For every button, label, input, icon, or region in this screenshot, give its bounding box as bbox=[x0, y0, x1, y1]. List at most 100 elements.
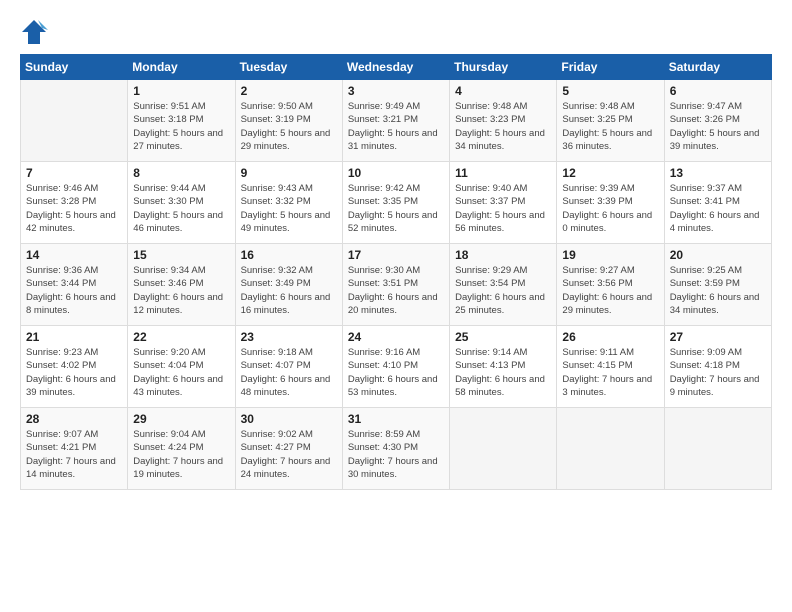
calendar-cell bbox=[557, 408, 664, 490]
weekday-header: Saturday bbox=[664, 55, 771, 80]
day-info: Sunrise: 9:11 AMSunset: 4:15 PMDaylight:… bbox=[562, 346, 658, 399]
day-number: 24 bbox=[348, 330, 444, 344]
calendar-week-row: 28 Sunrise: 9:07 AMSunset: 4:21 PMDayligh… bbox=[21, 408, 772, 490]
day-info: Sunrise: 9:40 AMSunset: 3:37 PMDaylight:… bbox=[455, 182, 551, 235]
calendar-cell: 17 Sunrise: 9:30 AMSunset: 3:51 PMDayligh… bbox=[342, 244, 449, 326]
day-info: Sunrise: 9:51 AMSunset: 3:18 PMDaylight:… bbox=[133, 100, 229, 153]
day-number: 5 bbox=[562, 84, 658, 98]
day-number: 9 bbox=[241, 166, 337, 180]
day-number: 1 bbox=[133, 84, 229, 98]
calendar-cell: 30 Sunrise: 9:02 AMSunset: 4:27 PMDayligh… bbox=[235, 408, 342, 490]
day-info: Sunrise: 9:14 AMSunset: 4:13 PMDaylight:… bbox=[455, 346, 551, 399]
day-info: Sunrise: 9:47 AMSunset: 3:26 PMDaylight:… bbox=[670, 100, 766, 153]
calendar-cell: 12Sunrise: 9:39 AMSunset: 3:39 PMDayligh… bbox=[557, 162, 664, 244]
day-info: Sunrise: 9:27 AMSunset: 3:56 PMDaylight:… bbox=[562, 264, 658, 317]
day-number: 4 bbox=[455, 84, 551, 98]
day-number: 2 bbox=[241, 84, 337, 98]
calendar-cell: 24 Sunrise: 9:16 AMSunset: 4:10 PMDayligh… bbox=[342, 326, 449, 408]
day-number: 14 bbox=[26, 248, 122, 262]
day-number: 11 bbox=[455, 166, 551, 180]
day-number: 26 bbox=[562, 330, 658, 344]
day-number: 16 bbox=[241, 248, 337, 262]
day-number: 6 bbox=[670, 84, 766, 98]
calendar-cell: 31Sunrise: 8:59 AMSunset: 4:30 PMDayligh… bbox=[342, 408, 449, 490]
weekday-header: Monday bbox=[128, 55, 235, 80]
calendar-cell: 2 Sunrise: 9:50 AMSunset: 3:19 PMDaylight… bbox=[235, 80, 342, 162]
day-number: 13 bbox=[670, 166, 766, 180]
day-info: Sunrise: 9:30 AMSunset: 3:51 PMDaylight:… bbox=[348, 264, 444, 317]
calendar-cell: 27 Sunrise: 9:09 AMSunset: 4:18 PMDayligh… bbox=[664, 326, 771, 408]
calendar-cell: 22 Sunrise: 9:20 AMSunset: 4:04 PMDayligh… bbox=[128, 326, 235, 408]
day-info: Sunrise: 9:42 AMSunset: 3:35 PMDaylight:… bbox=[348, 182, 444, 235]
calendar-cell: 7Sunrise: 9:46 AMSunset: 3:28 PMDaylight… bbox=[21, 162, 128, 244]
calendar-cell bbox=[664, 408, 771, 490]
day-info: Sunrise: 9:44 AMSunset: 3:30 PMDaylight:… bbox=[133, 182, 229, 235]
day-info: Sunrise: 9:07 AMSunset: 4:21 PMDaylight:… bbox=[26, 428, 122, 481]
calendar-cell: 9 Sunrise: 9:43 AMSunset: 3:32 PMDaylight… bbox=[235, 162, 342, 244]
day-number: 29 bbox=[133, 412, 229, 426]
day-info: Sunrise: 9:50 AMSunset: 3:19 PMDaylight:… bbox=[241, 100, 337, 153]
calendar-table: SundayMondayTuesdayWednesdayThursdayFrid… bbox=[20, 54, 772, 490]
calendar-cell: 13 Sunrise: 9:37 AMSunset: 3:41 PMDayligh… bbox=[664, 162, 771, 244]
calendar-cell: 18Sunrise: 9:29 AMSunset: 3:54 PMDayligh… bbox=[450, 244, 557, 326]
day-number: 7 bbox=[26, 166, 122, 180]
day-info: Sunrise: 9:43 AMSunset: 3:32 PMDaylight:… bbox=[241, 182, 337, 235]
day-number: 21 bbox=[26, 330, 122, 344]
day-info: Sunrise: 9:48 AMSunset: 3:23 PMDaylight:… bbox=[455, 100, 551, 153]
day-number: 22 bbox=[133, 330, 229, 344]
day-info: Sunrise: 9:49 AMSunset: 3:21 PMDaylight:… bbox=[348, 100, 444, 153]
calendar-cell: 26 Sunrise: 9:11 AMSunset: 4:15 PMDayligh… bbox=[557, 326, 664, 408]
day-info: Sunrise: 9:02 AMSunset: 4:27 PMDaylight:… bbox=[241, 428, 337, 481]
calendar-week-row: 1 Sunrise: 9:51 AMSunset: 3:18 PMDaylight… bbox=[21, 80, 772, 162]
calendar-cell: 10 Sunrise: 9:42 AMSunset: 3:35 PMDayligh… bbox=[342, 162, 449, 244]
day-number: 17 bbox=[348, 248, 444, 262]
day-info: Sunrise: 9:48 AMSunset: 3:25 PMDaylight:… bbox=[562, 100, 658, 153]
day-number: 19 bbox=[562, 248, 658, 262]
calendar-page: SundayMondayTuesdayWednesdayThursdayFrid… bbox=[0, 0, 792, 612]
day-number: 28 bbox=[26, 412, 122, 426]
calendar-cell: 6 Sunrise: 9:47 AMSunset: 3:26 PMDaylight… bbox=[664, 80, 771, 162]
calendar-cell: 5 Sunrise: 9:48 AMSunset: 3:25 PMDaylight… bbox=[557, 80, 664, 162]
day-number: 30 bbox=[241, 412, 337, 426]
day-info: Sunrise: 9:09 AMSunset: 4:18 PMDaylight:… bbox=[670, 346, 766, 399]
weekday-header: Wednesday bbox=[342, 55, 449, 80]
day-number: 3 bbox=[348, 84, 444, 98]
day-number: 27 bbox=[670, 330, 766, 344]
day-info: Sunrise: 9:34 AMSunset: 3:46 PMDaylight:… bbox=[133, 264, 229, 317]
day-info: Sunrise: 9:39 AMSunset: 3:39 PMDaylight:… bbox=[562, 182, 658, 235]
calendar-cell: 25 Sunrise: 9:14 AMSunset: 4:13 PMDayligh… bbox=[450, 326, 557, 408]
weekday-header: Thursday bbox=[450, 55, 557, 80]
day-number: 8 bbox=[133, 166, 229, 180]
calendar-week-row: 21 Sunrise: 9:23 AMSunset: 4:02 PMDayligh… bbox=[21, 326, 772, 408]
day-number: 15 bbox=[133, 248, 229, 262]
day-info: Sunrise: 8:59 AMSunset: 4:30 PMDaylight:… bbox=[348, 428, 444, 481]
calendar-cell: 23 Sunrise: 9:18 AMSunset: 4:07 PMDayligh… bbox=[235, 326, 342, 408]
calendar-cell: 29 Sunrise: 9:04 AMSunset: 4:24 PMDayligh… bbox=[128, 408, 235, 490]
weekday-header: Friday bbox=[557, 55, 664, 80]
calendar-cell: 1 Sunrise: 9:51 AMSunset: 3:18 PMDaylight… bbox=[128, 80, 235, 162]
day-info: Sunrise: 9:18 AMSunset: 4:07 PMDaylight:… bbox=[241, 346, 337, 399]
day-info: Sunrise: 9:20 AMSunset: 4:04 PMDaylight:… bbox=[133, 346, 229, 399]
day-info: Sunrise: 9:16 AMSunset: 4:10 PMDaylight:… bbox=[348, 346, 444, 399]
calendar-week-row: 7Sunrise: 9:46 AMSunset: 3:28 PMDaylight… bbox=[21, 162, 772, 244]
calendar-cell: 20Sunrise: 9:25 AMSunset: 3:59 PMDayligh… bbox=[664, 244, 771, 326]
day-info: Sunrise: 9:29 AMSunset: 3:54 PMDaylight:… bbox=[455, 264, 551, 317]
day-number: 23 bbox=[241, 330, 337, 344]
day-number: 20 bbox=[670, 248, 766, 262]
day-info: Sunrise: 9:32 AMSunset: 3:49 PMDaylight:… bbox=[241, 264, 337, 317]
weekday-header: Tuesday bbox=[235, 55, 342, 80]
day-number: 25 bbox=[455, 330, 551, 344]
header bbox=[20, 18, 772, 46]
day-info: Sunrise: 9:37 AMSunset: 3:41 PMDaylight:… bbox=[670, 182, 766, 235]
calendar-cell: 8 Sunrise: 9:44 AMSunset: 3:30 PMDaylight… bbox=[128, 162, 235, 244]
weekday-header: Sunday bbox=[21, 55, 128, 80]
calendar-cell: 19 Sunrise: 9:27 AMSunset: 3:56 PMDayligh… bbox=[557, 244, 664, 326]
calendar-cell: 28 Sunrise: 9:07 AMSunset: 4:21 PMDayligh… bbox=[21, 408, 128, 490]
weekday-header-row: SundayMondayTuesdayWednesdayThursdayFrid… bbox=[21, 55, 772, 80]
calendar-cell: 3 Sunrise: 9:49 AMSunset: 3:21 PMDaylight… bbox=[342, 80, 449, 162]
calendar-cell: 21 Sunrise: 9:23 AMSunset: 4:02 PMDayligh… bbox=[21, 326, 128, 408]
day-number: 10 bbox=[348, 166, 444, 180]
day-info: Sunrise: 9:23 AMSunset: 4:02 PMDaylight:… bbox=[26, 346, 122, 399]
calendar-cell bbox=[21, 80, 128, 162]
day-info: Sunrise: 9:04 AMSunset: 4:24 PMDaylight:… bbox=[133, 428, 229, 481]
